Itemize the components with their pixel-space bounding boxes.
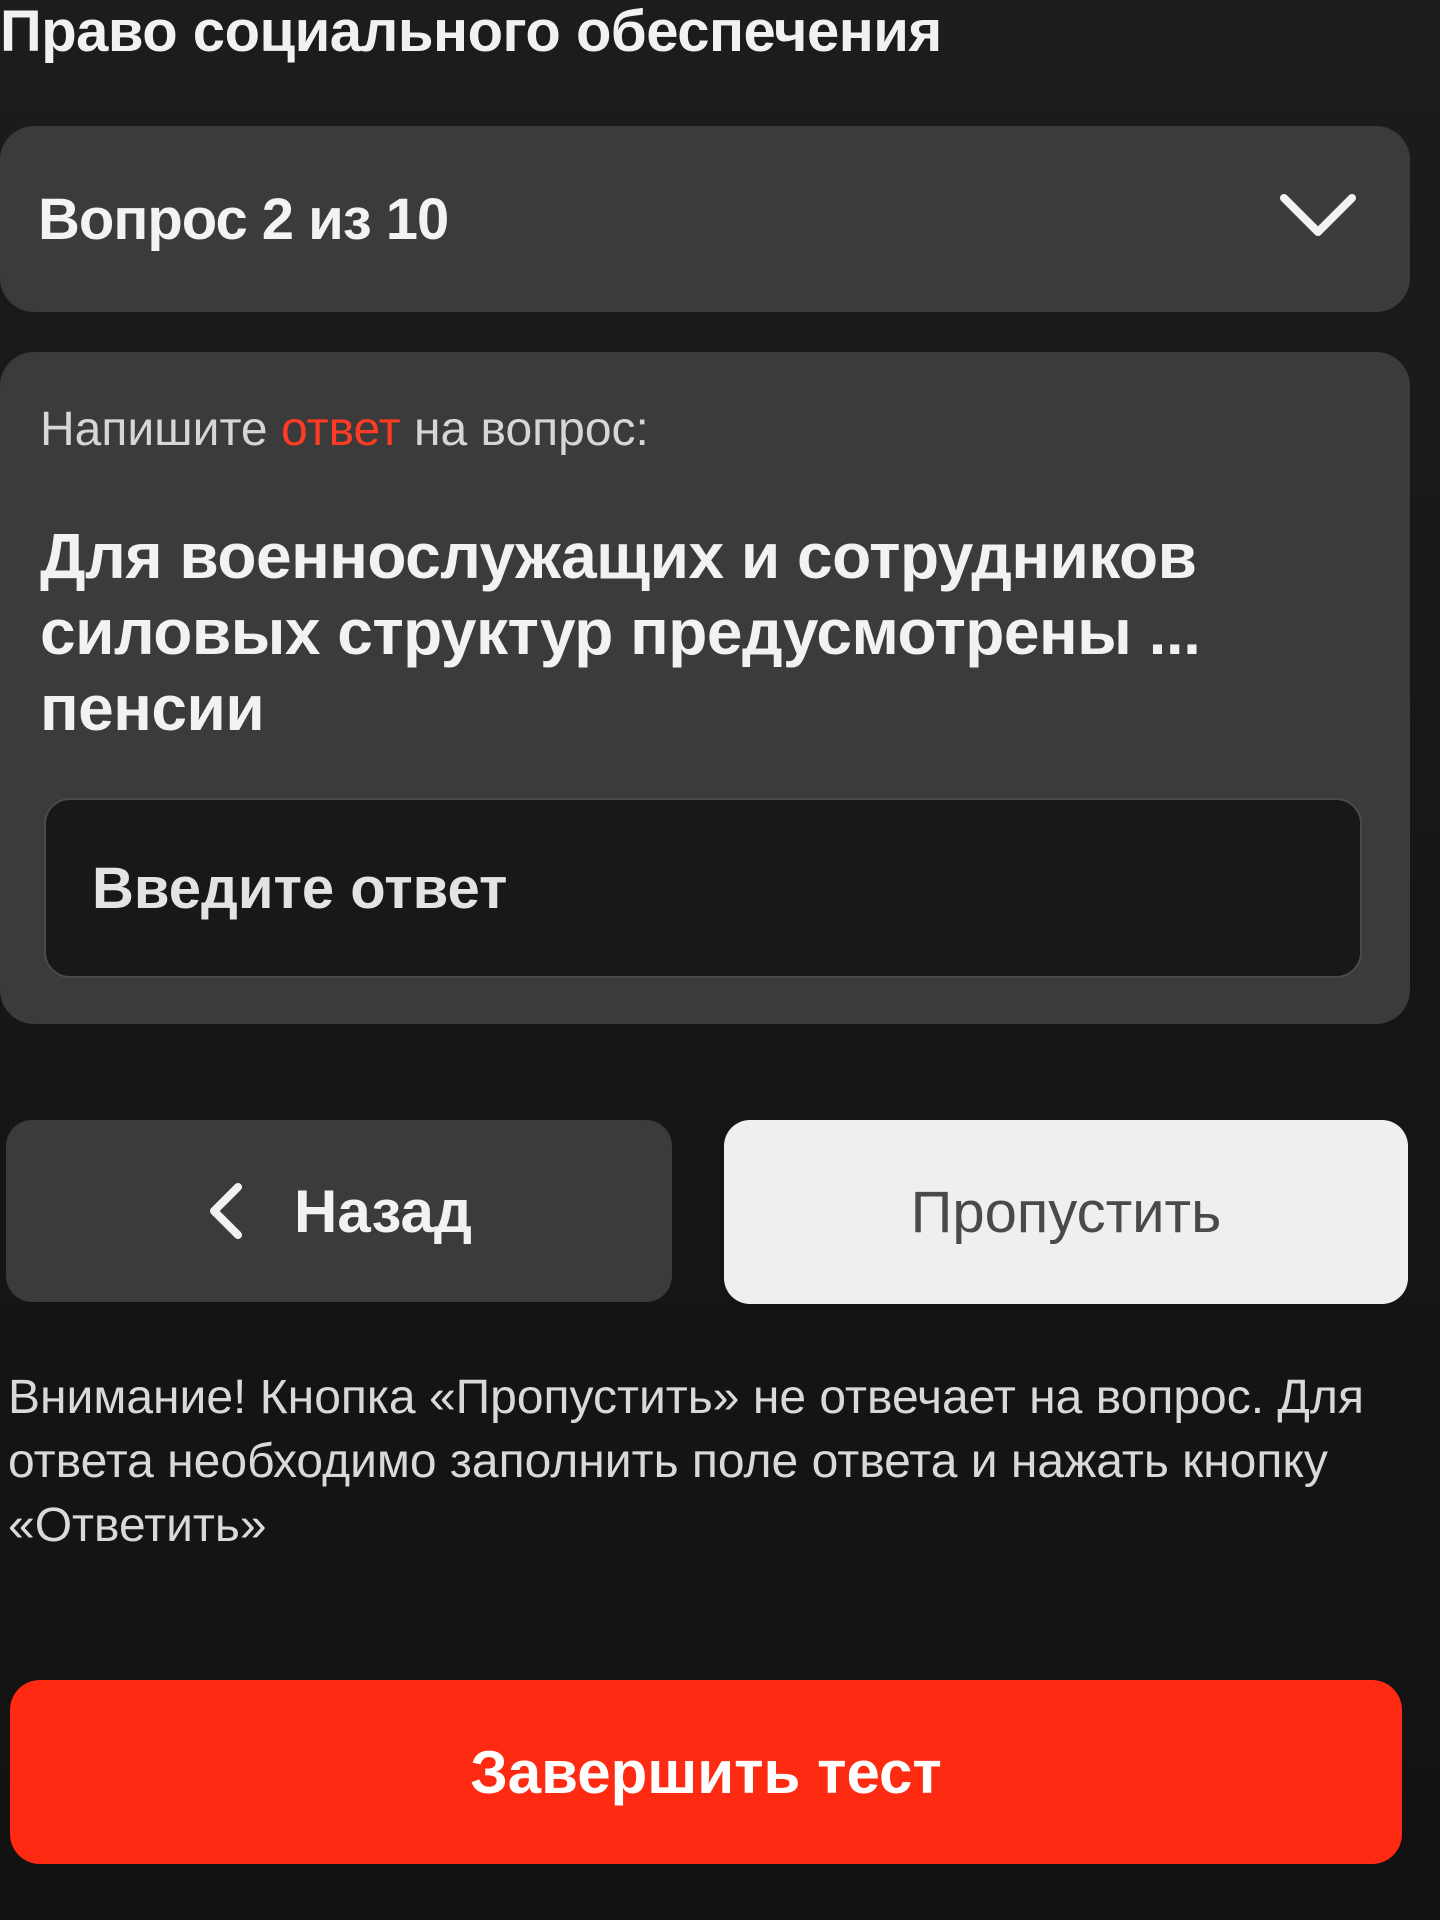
page-title: Право социального обеспечения [0, 0, 942, 64]
skip-button[interactable]: Пропустить [724, 1120, 1408, 1304]
quiz-screen: Право социального обеспечения Вопрос 2 и… [0, 0, 1440, 1920]
back-button[interactable]: Назад [6, 1120, 672, 1302]
instruction-text-end: на вопрос: [400, 403, 649, 456]
question-instruction: Напишите ответ на вопрос: [40, 402, 649, 457]
skip-button-label: Пропустить [910, 1179, 1222, 1245]
question-counter: Вопрос 2 из 10 [38, 186, 449, 252]
finish-test-button[interactable]: Завершить тест [10, 1680, 1402, 1864]
finish-test-button-label: Завершить тест [470, 1738, 942, 1806]
instruction-accent: ответ [280, 403, 401, 456]
back-button-label: Назад [294, 1177, 472, 1245]
chevron-left-icon [210, 1183, 243, 1239]
warning-notice: Внимание! Кнопка «Пропустить» не отвечае… [8, 1371, 1364, 1552]
question-selector-dropdown[interactable]: Вопрос 2 из 10 [0, 126, 1410, 312]
answer-input[interactable] [44, 798, 1362, 978]
chevron-down-icon [1280, 194, 1356, 236]
question-text: Для военнослужащих и сотрудников силовых… [40, 520, 1201, 744]
instruction-text-start: Напишите [40, 403, 281, 456]
